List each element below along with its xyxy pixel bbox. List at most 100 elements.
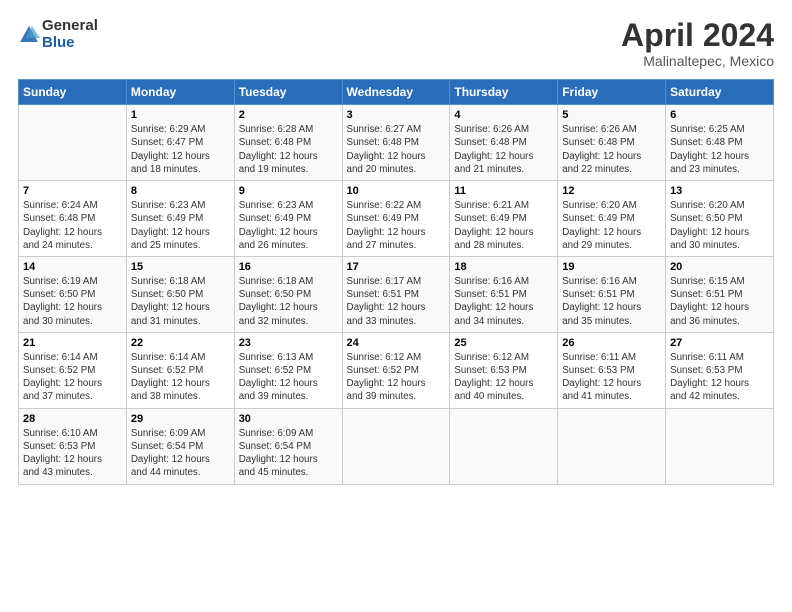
calendar-cell: 17Sunrise: 6:17 AMSunset: 6:51 PMDayligh… [342, 256, 450, 332]
calendar-cell: 1 Sunrise: 6:29 AMSunset: 6:47 PMDaylight… [126, 105, 234, 181]
day-info: Sunrise: 6:10 AMSunset: 6:53 PMDaylight:… [23, 427, 122, 480]
day-info: Sunrise: 6:11 AMSunset: 6:53 PMDaylight:… [670, 351, 769, 404]
week-row-4: 28 Sunrise: 6:10 AMSunset: 6:53 PMDayligh… [19, 408, 774, 484]
day-info: Sunrise: 6:12 AMSunset: 6:53 PMDaylight:… [454, 351, 553, 404]
logo-blue-text: Blue [42, 35, 98, 52]
day-number: 1 [131, 109, 230, 121]
day-info: Sunrise: 6:16 AMSunset: 6:51 PMDaylight:… [454, 275, 553, 328]
day-header-monday: Monday [126, 80, 234, 105]
day-number: 11 [454, 185, 553, 197]
calendar-cell: 19Sunrise: 6:16 AMSunset: 6:51 PMDayligh… [558, 256, 666, 332]
calendar-cell: 23 Sunrise: 6:13 AMSunset: 6:52 PMDayligh… [234, 332, 342, 408]
day-info: Sunrise: 6:22 AMSunset: 6:49 PMDaylight:… [347, 199, 446, 252]
day-info: Sunrise: 6:14 AMSunset: 6:52 PMDaylight:… [131, 351, 230, 404]
day-info: Sunrise: 6:26 AMSunset: 6:48 PMDaylight:… [454, 123, 553, 176]
calendar-cell [342, 408, 450, 484]
calendar-table: SundayMondayTuesdayWednesdayThursdayFrid… [18, 79, 774, 484]
calendar-cell [19, 105, 127, 181]
day-number: 25 [454, 337, 553, 349]
day-info: Sunrise: 6:28 AMSunset: 6:48 PMDaylight:… [239, 123, 338, 176]
calendar-cell: 28 Sunrise: 6:10 AMSunset: 6:53 PMDayligh… [19, 408, 127, 484]
day-header-thursday: Thursday [450, 80, 558, 105]
day-info: Sunrise: 6:25 AMSunset: 6:48 PMDaylight:… [670, 123, 769, 176]
calendar-cell: 3 Sunrise: 6:27 AMSunset: 6:48 PMDaylight… [342, 105, 450, 181]
calendar-cell [558, 408, 666, 484]
day-number: 18 [454, 261, 553, 273]
day-number: 8 [131, 185, 230, 197]
calendar-cell: 16 Sunrise: 6:18 AMSunset: 6:50 PMDayligh… [234, 256, 342, 332]
day-number: 23 [239, 337, 338, 349]
subtitle: Malinaltepec, Mexico [621, 53, 774, 69]
day-header-saturday: Saturday [666, 80, 774, 105]
day-header-friday: Friday [558, 80, 666, 105]
day-info: Sunrise: 6:09 AMSunset: 6:54 PMDaylight:… [239, 427, 338, 480]
day-header-sunday: Sunday [19, 80, 127, 105]
calendar-cell: 21 Sunrise: 6:14 AMSunset: 6:52 PMDayligh… [19, 332, 127, 408]
day-number: 3 [347, 109, 446, 121]
day-info: Sunrise: 6:27 AMSunset: 6:48 PMDaylight:… [347, 123, 446, 176]
calendar-cell: 11 Sunrise: 6:21 AMSunset: 6:49 PMDayligh… [450, 181, 558, 257]
title-block: April 2024 Malinaltepec, Mexico [621, 18, 774, 69]
calendar-cell: 14Sunrise: 6:19 AMSunset: 6:50 PMDayligh… [19, 256, 127, 332]
day-info: Sunrise: 6:21 AMSunset: 6:49 PMDaylight:… [454, 199, 553, 252]
calendar-cell: 5 Sunrise: 6:26 AMSunset: 6:48 PMDaylight… [558, 105, 666, 181]
calendar-header-row: SundayMondayTuesdayWednesdayThursdayFrid… [19, 80, 774, 105]
day-number: 24 [347, 337, 446, 349]
logo: General Blue [18, 18, 98, 51]
day-info: Sunrise: 6:12 AMSunset: 6:52 PMDaylight:… [347, 351, 446, 404]
day-info: Sunrise: 6:13 AMSunset: 6:52 PMDaylight:… [239, 351, 338, 404]
page: General Blue April 2024 Malinaltepec, Me… [0, 0, 792, 612]
main-title: April 2024 [621, 18, 774, 53]
day-info: Sunrise: 6:11 AMSunset: 6:53 PMDaylight:… [562, 351, 661, 404]
day-number: 12 [562, 185, 661, 197]
day-number: 4 [454, 109, 553, 121]
day-header-tuesday: Tuesday [234, 80, 342, 105]
day-info: Sunrise: 6:14 AMSunset: 6:52 PMDaylight:… [23, 351, 122, 404]
day-number: 28 [23, 413, 122, 425]
calendar-cell: 29 Sunrise: 6:09 AMSunset: 6:54 PMDayligh… [126, 408, 234, 484]
day-number: 21 [23, 337, 122, 349]
day-header-wednesday: Wednesday [342, 80, 450, 105]
calendar-cell: 10Sunrise: 6:22 AMSunset: 6:49 PMDayligh… [342, 181, 450, 257]
calendar-cell: 24 Sunrise: 6:12 AMSunset: 6:52 PMDayligh… [342, 332, 450, 408]
logo-icon [18, 24, 40, 46]
day-number: 2 [239, 109, 338, 121]
day-number: 9 [239, 185, 338, 197]
day-info: Sunrise: 6:23 AMSunset: 6:49 PMDaylight:… [239, 199, 338, 252]
day-info: Sunrise: 6:18 AMSunset: 6:50 PMDaylight:… [239, 275, 338, 328]
day-info: Sunrise: 6:23 AMSunset: 6:49 PMDaylight:… [131, 199, 230, 252]
calendar-cell: 26 Sunrise: 6:11 AMSunset: 6:53 PMDayligh… [558, 332, 666, 408]
calendar-cell: 4 Sunrise: 6:26 AMSunset: 6:48 PMDaylight… [450, 105, 558, 181]
day-info: Sunrise: 6:17 AMSunset: 6:51 PMDaylight:… [347, 275, 446, 328]
calendar-cell: 20Sunrise: 6:15 AMSunset: 6:51 PMDayligh… [666, 256, 774, 332]
calendar-cell: 13 Sunrise: 6:20 AMSunset: 6:50 PMDayligh… [666, 181, 774, 257]
week-row-3: 21 Sunrise: 6:14 AMSunset: 6:52 PMDayligh… [19, 332, 774, 408]
day-info: Sunrise: 6:20 AMSunset: 6:49 PMDaylight:… [562, 199, 661, 252]
header: General Blue April 2024 Malinaltepec, Me… [18, 18, 774, 69]
day-info: Sunrise: 6:15 AMSunset: 6:51 PMDaylight:… [670, 275, 769, 328]
day-number: 16 [239, 261, 338, 273]
day-info: Sunrise: 6:26 AMSunset: 6:48 PMDaylight:… [562, 123, 661, 176]
day-info: Sunrise: 6:19 AMSunset: 6:50 PMDaylight:… [23, 275, 122, 328]
day-number: 26 [562, 337, 661, 349]
day-info: Sunrise: 6:16 AMSunset: 6:51 PMDaylight:… [562, 275, 661, 328]
day-number: 29 [131, 413, 230, 425]
day-info: Sunrise: 6:24 AMSunset: 6:48 PMDaylight:… [23, 199, 122, 252]
calendar-cell [450, 408, 558, 484]
day-number: 22 [131, 337, 230, 349]
day-info: Sunrise: 6:20 AMSunset: 6:50 PMDaylight:… [670, 199, 769, 252]
week-row-1: 7 Sunrise: 6:24 AMSunset: 6:48 PMDaylight… [19, 181, 774, 257]
calendar-cell: 12 Sunrise: 6:20 AMSunset: 6:49 PMDayligh… [558, 181, 666, 257]
day-number: 30 [239, 413, 338, 425]
week-row-0: 1 Sunrise: 6:29 AMSunset: 6:47 PMDaylight… [19, 105, 774, 181]
calendar-cell [666, 408, 774, 484]
day-number: 7 [23, 185, 122, 197]
calendar-cell: 8 Sunrise: 6:23 AMSunset: 6:49 PMDaylight… [126, 181, 234, 257]
calendar-cell: 9 Sunrise: 6:23 AMSunset: 6:49 PMDaylight… [234, 181, 342, 257]
day-number: 5 [562, 109, 661, 121]
day-info: Sunrise: 6:29 AMSunset: 6:47 PMDaylight:… [131, 123, 230, 176]
calendar-cell: 7 Sunrise: 6:24 AMSunset: 6:48 PMDaylight… [19, 181, 127, 257]
day-number: 13 [670, 185, 769, 197]
calendar-cell: 2 Sunrise: 6:28 AMSunset: 6:48 PMDaylight… [234, 105, 342, 181]
day-info: Sunrise: 6:09 AMSunset: 6:54 PMDaylight:… [131, 427, 230, 480]
